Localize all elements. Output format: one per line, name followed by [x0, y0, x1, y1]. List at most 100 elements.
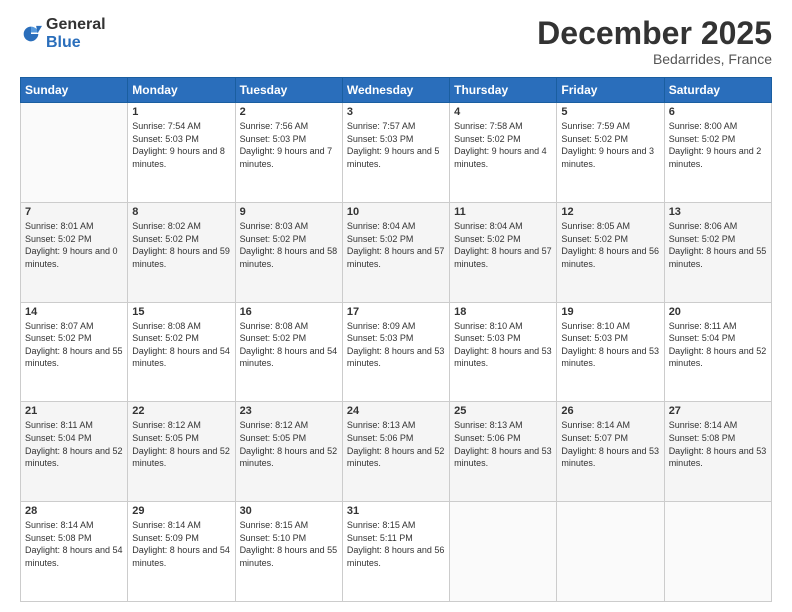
- sunset-text: Sunset: 5:02 PM: [454, 134, 521, 144]
- cell-info: Sunrise: 8:14 AM Sunset: 5:08 PM Dayligh…: [25, 519, 123, 569]
- daylight-text: Daylight: 8 hours and 52 minutes.: [347, 446, 445, 469]
- table-row: [450, 502, 557, 602]
- daylight-text: Daylight: 8 hours and 53 minutes.: [454, 346, 552, 369]
- sunset-text: Sunset: 5:02 PM: [25, 333, 92, 343]
- cell-info: Sunrise: 8:14 AM Sunset: 5:09 PM Dayligh…: [132, 519, 230, 569]
- cell-info: Sunrise: 7:56 AM Sunset: 5:03 PM Dayligh…: [240, 120, 338, 170]
- daylight-text: Daylight: 8 hours and 59 minutes.: [132, 246, 230, 269]
- table-row: 5 Sunrise: 7:59 AM Sunset: 5:02 PM Dayli…: [557, 103, 664, 203]
- calendar-table: Sunday Monday Tuesday Wednesday Thursday…: [20, 77, 772, 602]
- location: Bedarrides, France: [537, 51, 772, 67]
- daylight-text: Daylight: 8 hours and 53 minutes.: [561, 346, 659, 369]
- cell-info: Sunrise: 8:11 AM Sunset: 5:04 PM Dayligh…: [25, 419, 123, 469]
- daylight-text: Daylight: 8 hours and 52 minutes.: [669, 346, 767, 369]
- cell-info: Sunrise: 8:10 AM Sunset: 5:03 PM Dayligh…: [561, 320, 659, 370]
- sunrise-text: Sunrise: 8:13 AM: [347, 420, 416, 430]
- calendar-week-row: 21 Sunrise: 8:11 AM Sunset: 5:04 PM Dayl…: [21, 402, 772, 502]
- sunrise-text: Sunrise: 8:12 AM: [132, 420, 201, 430]
- table-row: 19 Sunrise: 8:10 AM Sunset: 5:03 PM Dayl…: [557, 302, 664, 402]
- sunrise-text: Sunrise: 7:56 AM: [240, 121, 309, 131]
- calendar-week-row: 14 Sunrise: 8:07 AM Sunset: 5:02 PM Dayl…: [21, 302, 772, 402]
- cell-info: Sunrise: 8:02 AM Sunset: 5:02 PM Dayligh…: [132, 220, 230, 270]
- sunrise-text: Sunrise: 8:14 AM: [25, 520, 94, 530]
- cell-info: Sunrise: 8:08 AM Sunset: 5:02 PM Dayligh…: [132, 320, 230, 370]
- day-number: 8: [132, 206, 230, 218]
- day-number: 1: [132, 106, 230, 118]
- sunset-text: Sunset: 5:03 PM: [347, 333, 414, 343]
- logo-line1: General: [46, 16, 106, 33]
- title-block: December 2025 Bedarrides, France: [537, 16, 772, 67]
- day-number: 17: [347, 306, 445, 318]
- day-number: 27: [669, 405, 767, 417]
- sunrise-text: Sunrise: 7:57 AM: [347, 121, 416, 131]
- sunrise-text: Sunrise: 8:09 AM: [347, 321, 416, 331]
- daylight-text: Daylight: 8 hours and 52 minutes.: [25, 446, 123, 469]
- daylight-text: Daylight: 9 hours and 0 minutes.: [25, 246, 118, 269]
- sunset-text: Sunset: 5:05 PM: [132, 433, 199, 443]
- sunset-text: Sunset: 5:02 PM: [132, 333, 199, 343]
- table-row: 12 Sunrise: 8:05 AM Sunset: 5:02 PM Dayl…: [557, 202, 664, 302]
- col-tuesday: Tuesday: [235, 78, 342, 103]
- sunrise-text: Sunrise: 8:00 AM: [669, 121, 738, 131]
- col-thursday: Thursday: [450, 78, 557, 103]
- cell-info: Sunrise: 8:15 AM Sunset: 5:10 PM Dayligh…: [240, 519, 338, 569]
- day-number: 19: [561, 306, 659, 318]
- table-row: [21, 103, 128, 203]
- cell-info: Sunrise: 7:57 AM Sunset: 5:03 PM Dayligh…: [347, 120, 445, 170]
- cell-info: Sunrise: 7:58 AM Sunset: 5:02 PM Dayligh…: [454, 120, 552, 170]
- day-number: 14: [25, 306, 123, 318]
- daylight-text: Daylight: 8 hours and 55 minutes.: [240, 545, 338, 568]
- day-number: 10: [347, 206, 445, 218]
- sunrise-text: Sunrise: 7:58 AM: [454, 121, 523, 131]
- table-row: 1 Sunrise: 7:54 AM Sunset: 5:03 PM Dayli…: [128, 103, 235, 203]
- daylight-text: Daylight: 8 hours and 53 minutes.: [561, 446, 659, 469]
- day-number: 11: [454, 206, 552, 218]
- cell-info: Sunrise: 8:06 AM Sunset: 5:02 PM Dayligh…: [669, 220, 767, 270]
- cell-info: Sunrise: 7:59 AM Sunset: 5:02 PM Dayligh…: [561, 120, 659, 170]
- day-number: 7: [25, 206, 123, 218]
- day-number: 21: [25, 405, 123, 417]
- sunset-text: Sunset: 5:03 PM: [561, 333, 628, 343]
- daylight-text: Daylight: 9 hours and 8 minutes.: [132, 146, 225, 169]
- daylight-text: Daylight: 9 hours and 3 minutes.: [561, 146, 654, 169]
- table-row: 16 Sunrise: 8:08 AM Sunset: 5:02 PM Dayl…: [235, 302, 342, 402]
- cell-info: Sunrise: 8:08 AM Sunset: 5:02 PM Dayligh…: [240, 320, 338, 370]
- sunrise-text: Sunrise: 7:59 AM: [561, 121, 630, 131]
- sunset-text: Sunset: 5:06 PM: [454, 433, 521, 443]
- daylight-text: Daylight: 8 hours and 54 minutes.: [132, 545, 230, 568]
- day-number: 20: [669, 306, 767, 318]
- sunrise-text: Sunrise: 8:12 AM: [240, 420, 309, 430]
- page: General Blue December 2025 Bedarrides, F…: [0, 0, 792, 612]
- sunrise-text: Sunrise: 8:13 AM: [454, 420, 523, 430]
- cell-info: Sunrise: 8:11 AM Sunset: 5:04 PM Dayligh…: [669, 320, 767, 370]
- col-sunday: Sunday: [21, 78, 128, 103]
- sunrise-text: Sunrise: 8:10 AM: [454, 321, 523, 331]
- day-number: 12: [561, 206, 659, 218]
- table-row: 2 Sunrise: 7:56 AM Sunset: 5:03 PM Dayli…: [235, 103, 342, 203]
- sunset-text: Sunset: 5:09 PM: [132, 533, 199, 543]
- day-number: 25: [454, 405, 552, 417]
- daylight-text: Daylight: 8 hours and 55 minutes.: [25, 346, 123, 369]
- table-row: 9 Sunrise: 8:03 AM Sunset: 5:02 PM Dayli…: [235, 202, 342, 302]
- cell-info: Sunrise: 8:05 AM Sunset: 5:02 PM Dayligh…: [561, 220, 659, 270]
- table-row: 20 Sunrise: 8:11 AM Sunset: 5:04 PM Dayl…: [664, 302, 771, 402]
- table-row: 26 Sunrise: 8:14 AM Sunset: 5:07 PM Dayl…: [557, 402, 664, 502]
- table-row: 22 Sunrise: 8:12 AM Sunset: 5:05 PM Dayl…: [128, 402, 235, 502]
- table-row: 27 Sunrise: 8:14 AM Sunset: 5:08 PM Dayl…: [664, 402, 771, 502]
- sunset-text: Sunset: 5:02 PM: [240, 333, 307, 343]
- cell-info: Sunrise: 7:54 AM Sunset: 5:03 PM Dayligh…: [132, 120, 230, 170]
- sunset-text: Sunset: 5:08 PM: [669, 433, 736, 443]
- table-row: 14 Sunrise: 8:07 AM Sunset: 5:02 PM Dayl…: [21, 302, 128, 402]
- sunset-text: Sunset: 5:04 PM: [25, 433, 92, 443]
- day-number: 13: [669, 206, 767, 218]
- sunset-text: Sunset: 5:02 PM: [25, 234, 92, 244]
- sunset-text: Sunset: 5:02 PM: [561, 234, 628, 244]
- col-saturday: Saturday: [664, 78, 771, 103]
- daylight-text: Daylight: 8 hours and 56 minutes.: [561, 246, 659, 269]
- cell-info: Sunrise: 8:10 AM Sunset: 5:03 PM Dayligh…: [454, 320, 552, 370]
- sunset-text: Sunset: 5:02 PM: [669, 234, 736, 244]
- daylight-text: Daylight: 8 hours and 52 minutes.: [132, 446, 230, 469]
- table-row: 25 Sunrise: 8:13 AM Sunset: 5:06 PM Dayl…: [450, 402, 557, 502]
- daylight-text: Daylight: 8 hours and 57 minutes.: [454, 246, 552, 269]
- day-number: 15: [132, 306, 230, 318]
